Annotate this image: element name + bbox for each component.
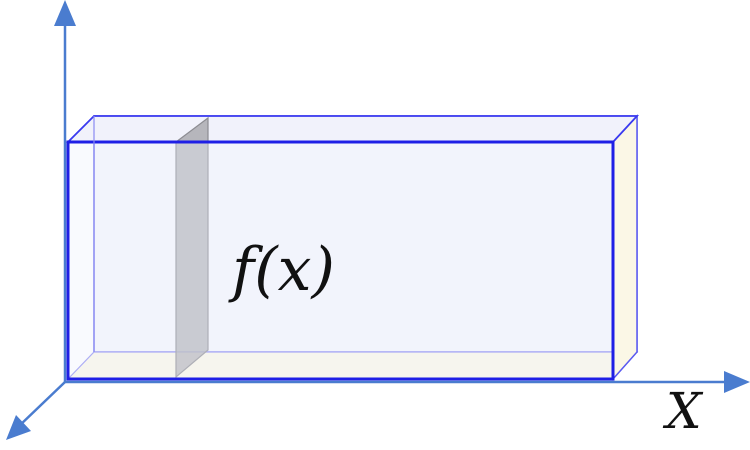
box-front-face (66, 140, 615, 381)
diagram-canvas: f(x) X (0, 0, 750, 450)
z-axis-line (17, 381, 66, 428)
region-box (65, 114, 640, 381)
box-top-face (65, 115, 640, 143)
box-right-face (612, 114, 638, 381)
function-label: f(x) (228, 235, 335, 305)
right-arrow-icon (724, 371, 750, 393)
up-arrow-icon (54, 0, 76, 26)
integration-slice-diagram: f(x) X (6, 0, 750, 440)
x-axis-label: X (662, 382, 704, 440)
